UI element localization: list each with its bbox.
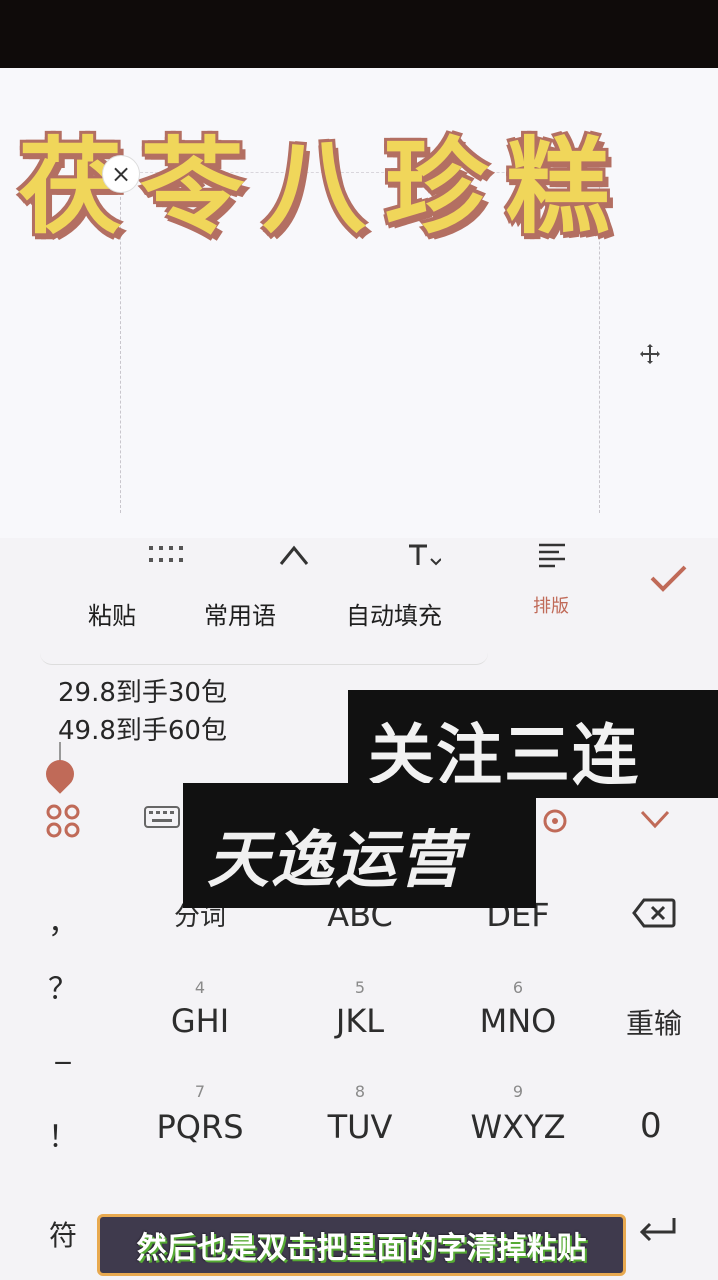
jkl-key[interactable]: JKL [290, 1002, 430, 1040]
question-key[interactable]: ？ [48, 964, 78, 1008]
retype-key[interactable]: 重输 [626, 1002, 682, 1042]
zero-key[interactable]: 0 [640, 1106, 662, 1146]
status-bar [0, 0, 718, 68]
keyboard-icon[interactable] [144, 806, 180, 832]
key-number: 6 [512, 978, 524, 997]
ghi-key[interactable]: GHI [130, 1002, 270, 1040]
brand-overlay-text: 天逸运营 [207, 823, 464, 896]
enter-icon[interactable] [636, 1216, 678, 1250]
keyboard-grid-icon[interactable] [146, 540, 186, 570]
layout-lines-icon[interactable] [532, 540, 572, 570]
follow-overlay-banner: 关注三连 [348, 690, 718, 798]
cursor-handle[interactable] [40, 754, 80, 794]
key-number: 4 [194, 978, 206, 997]
exclaim-key[interactable]: ！ [48, 1112, 78, 1156]
move-icon[interactable] [638, 342, 662, 366]
clipboard-line[interactable]: 49.8到手60包 [58, 710, 227, 747]
underscore-key[interactable]: _ [48, 1030, 78, 1065]
key-number: 9 [512, 1082, 524, 1101]
subtitle-text: 然后也是双击把里面的字清掉粘贴 [136, 1231, 587, 1266]
video-subtitle: 然后也是双击把里面的字清掉粘贴 [97, 1214, 626, 1276]
tuv-key[interactable]: TUV [290, 1108, 430, 1146]
layout-button[interactable]: 排版 [533, 592, 569, 618]
key-number: 7 [194, 1082, 206, 1101]
mascot-icon[interactable] [540, 806, 570, 840]
close-icon[interactable]: × [102, 155, 140, 193]
chevron-up-icon[interactable] [274, 540, 314, 570]
comma-key[interactable]: ， [48, 898, 78, 942]
pqrs-key[interactable]: PQRS [130, 1108, 270, 1146]
apps-grid-icon[interactable] [46, 804, 80, 842]
clipboard-line[interactable]: 29.8到手30包 [58, 672, 227, 709]
paste-button[interactable]: 粘贴 [88, 596, 136, 631]
key-number: 8 [354, 1082, 366, 1101]
mno-key[interactable]: MNO [448, 1002, 588, 1040]
backspace-icon[interactable] [632, 898, 676, 932]
check-icon[interactable] [646, 560, 690, 596]
brand-overlay-banner: 天逸运营 [183, 783, 536, 908]
text-format-icon[interactable] [404, 540, 444, 570]
key-number: 5 [354, 978, 366, 997]
autofill-button[interactable]: 自动填充 [346, 596, 442, 631]
symbols-key[interactable]: 符 [48, 1214, 78, 1254]
clipboard-popup [40, 650, 488, 665]
chevron-down-icon[interactable] [638, 806, 672, 834]
common-phrases-button[interactable]: 常用语 [204, 596, 276, 631]
wxyz-key[interactable]: WXYZ [448, 1108, 588, 1146]
